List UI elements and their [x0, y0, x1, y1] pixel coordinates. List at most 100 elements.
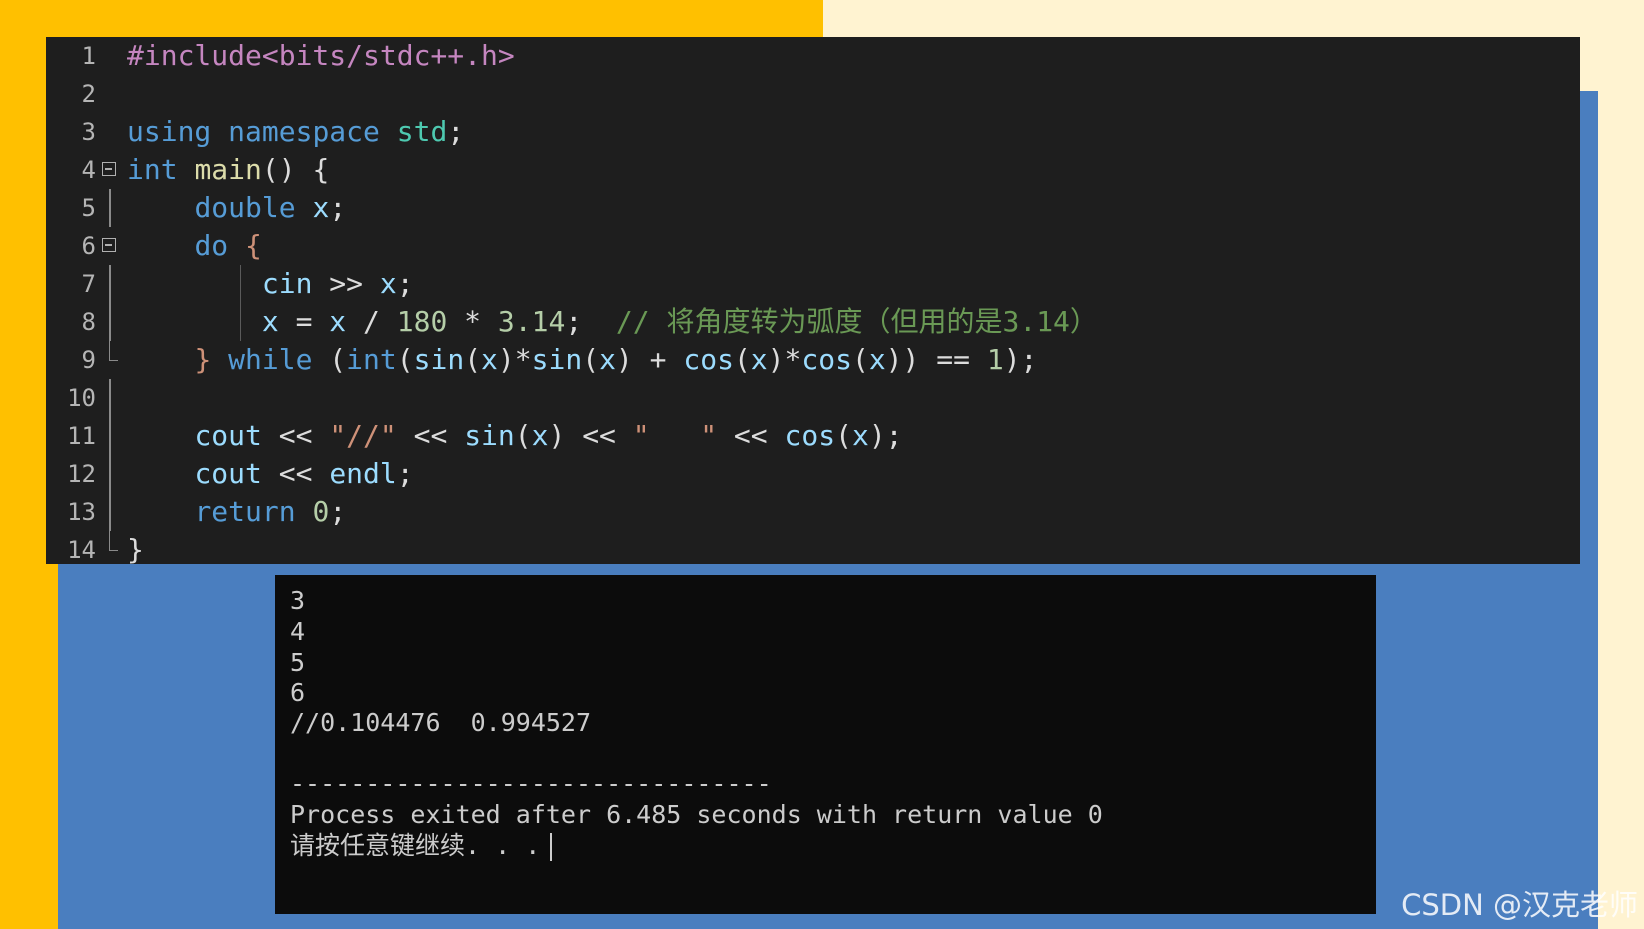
code-token: (	[464, 343, 482, 376]
line-number: 12	[67, 460, 96, 488]
fold-guide-icon	[109, 379, 111, 417]
code-token: cos	[683, 343, 734, 376]
code-line[interactable]: 10	[46, 379, 1580, 417]
code-token: <<	[261, 419, 330, 452]
code-token: ;	[329, 191, 347, 224]
code-token: " "	[632, 419, 718, 452]
code-token: }	[194, 343, 212, 376]
watermark: CSDN @汉克老师	[1401, 888, 1638, 922]
code-line[interactable]: 11 cout << "//" << sin(x) << " " << cos(…	[46, 417, 1580, 455]
line-number: 11	[67, 422, 96, 450]
code-token: do	[194, 229, 229, 262]
code-line[interactable]: 9 } while (int(sin(x)*sin(x) + cos(x)*co…	[46, 341, 1580, 379]
code-token: (	[733, 343, 751, 376]
code-token: );	[1003, 343, 1038, 376]
code-token: (	[396, 343, 414, 376]
code-token: (	[312, 343, 347, 376]
code-text: using namespace std;	[127, 113, 464, 151]
code-token: x	[868, 343, 886, 376]
fold-gutter	[100, 493, 124, 531]
code-token: =	[278, 305, 330, 338]
code-token: x	[481, 343, 498, 376]
code-line[interactable]: 3 using namespace std;	[46, 113, 1580, 151]
code-line[interactable]: 4 int main() {	[46, 151, 1580, 189]
code-text: double x;	[127, 189, 346, 227]
code-line[interactable]: 6 do {	[46, 227, 1580, 265]
code-token: cos	[801, 343, 852, 376]
code-token: x	[531, 419, 549, 452]
code-token: /	[346, 305, 397, 338]
code-text: cout << endl;	[127, 455, 414, 493]
fold-guide-icon	[109, 493, 111, 531]
code-editor[interactable]: 1 #include<bits/stdc++.h> 2 3 using namespac…	[46, 37, 1580, 564]
code-token: // 将角度转为弧度（但用的是3.14）	[615, 305, 1098, 338]
code-line[interactable]: 2	[46, 75, 1580, 113]
console-line: Process exited after 6.485 seconds with …	[290, 799, 1103, 831]
line-number: 9	[81, 346, 96, 374]
code-token: <<	[717, 419, 785, 452]
fold-guide-icon	[109, 189, 111, 227]
code-token: namespace	[228, 115, 380, 148]
fold-gutter	[100, 303, 124, 341]
code-text: cin >> x;	[127, 265, 414, 303]
fold-guide-icon	[109, 341, 118, 361]
code-line[interactable]: 12 cout << endl;	[46, 455, 1580, 493]
screenshot-stage: 1 #include<bits/stdc++.h> 2 3 using namespac…	[0, 0, 1644, 929]
code-text: }	[127, 531, 144, 564]
code-token: }	[127, 533, 144, 564]
code-token: main	[194, 153, 262, 186]
code-line[interactable]: 1 #include<bits/stdc++.h>	[46, 37, 1580, 75]
fold-toggle-icon[interactable]	[102, 162, 116, 176]
code-token: ;	[565, 305, 616, 338]
code-line[interactable]: 7 cin >> x;	[46, 265, 1580, 303]
code-text: x = x / 180 * 3.14; // 将角度转为弧度（但用的是3.14）	[127, 303, 1098, 341]
code-token: (	[851, 343, 869, 376]
line-number: 5	[81, 194, 96, 222]
code-token: *	[447, 305, 498, 338]
code-token: x	[312, 191, 330, 224]
console-window[interactable]: 3 4 5 6//0.104476 0.994527 -----------------…	[275, 575, 1376, 914]
console-line: 3	[290, 585, 305, 617]
line-number: 3	[81, 118, 96, 146]
code-token: ) <<	[548, 419, 633, 452]
console-text: 3	[290, 586, 306, 615]
code-token: (	[582, 343, 600, 376]
code-token: endl	[329, 457, 397, 490]
fold-gutter	[100, 455, 124, 493]
code-token: sin	[464, 419, 515, 452]
fold-gutter	[100, 37, 124, 75]
line-number: 14	[67, 536, 96, 564]
code-line[interactable]: 8 x = x / 180 * 3.14; // 将角度转为弧度（但用的是3.1…	[46, 303, 1580, 341]
code-line[interactable]: 5 double x;	[46, 189, 1580, 227]
console-text: --------------------------------	[290, 769, 772, 798]
line-number: 7	[81, 270, 96, 298]
code-line[interactable]: 14}	[46, 531, 1580, 564]
code-token: () {	[261, 153, 330, 186]
code-token: (	[514, 419, 532, 452]
fold-gutter	[100, 265, 124, 303]
code-token: )*	[767, 343, 802, 376]
code-line[interactable]: 13 return 0;	[46, 493, 1580, 531]
code-token: {	[245, 229, 262, 262]
code-token: )*	[497, 343, 532, 376]
fold-gutter	[100, 151, 124, 189]
fold-gutter	[100, 75, 124, 113]
line-number: 1	[81, 42, 96, 70]
code-token: using	[127, 115, 212, 148]
fold-gutter	[100, 189, 124, 227]
code-token: cin	[261, 267, 313, 300]
code-token: x	[851, 419, 869, 452]
code-token: int	[127, 153, 178, 186]
code-token: x	[329, 305, 347, 338]
fold-toggle-icon[interactable]	[102, 238, 116, 252]
code-token: ;	[396, 457, 414, 490]
